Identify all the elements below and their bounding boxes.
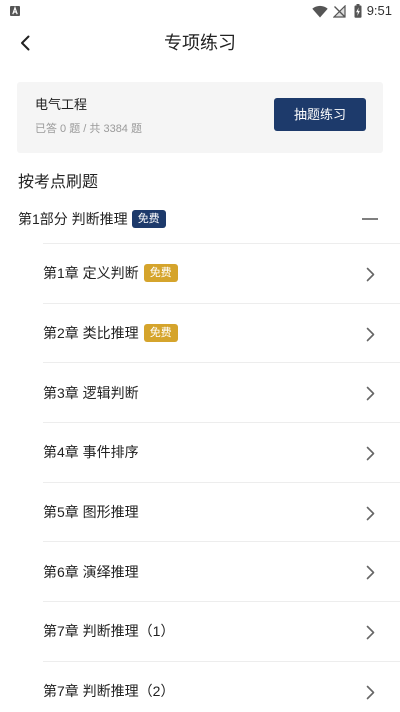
chapter-list: 第1章 定义判断 免费 第2章 类比推理 免费 第3章 逻辑判断 第4章 事件排… [43, 243, 400, 712]
free-badge: 免费 [131, 210, 166, 228]
back-arrow-icon [20, 35, 30, 51]
chapter-row[interactable]: 第2章 类比推理 免费 [43, 302, 400, 363]
chevron-right-icon [366, 625, 375, 640]
chapter-row[interactable]: 第6章 演绎推理 [43, 541, 400, 601]
subject-name: 电气工程 [35, 97, 88, 112]
chevron-right-icon [366, 327, 375, 342]
back-button[interactable] [11, 28, 39, 58]
status-bar: 9:51 [0, 0, 400, 24]
chapter-title: 第2章 类比推理 [43, 325, 139, 342]
collapse-minus-icon[interactable] [362, 218, 378, 220]
chapter-title: 第3章 逻辑判断 [43, 384, 139, 401]
chapter-title: 第6章 演绎推理 [43, 563, 139, 580]
chevron-right-icon [366, 506, 375, 521]
signal-no-service-icon [333, 5, 346, 18]
wifi-icon [312, 5, 328, 18]
app-notification-icon [10, 6, 20, 16]
free-badge: 免费 [143, 324, 178, 343]
chapter-title: 第1章 定义判断 [43, 265, 139, 282]
chevron-right-icon [366, 267, 375, 282]
chapter-title: 第7章 判断推理（1） [43, 623, 175, 640]
chapter-row[interactable]: 第4章 事件排序 [43, 422, 400, 482]
part-header[interactable]: 第1部分 判断推理 免费 [0, 205, 400, 233]
chapter-title: 第7章 判断推理（2） [43, 683, 175, 700]
chapter-title: 第5章 图形推理 [43, 504, 139, 521]
chapter-row[interactable]: 第7章 判断推理（2） [43, 660, 400, 712]
battery-charging-icon [354, 4, 362, 18]
subject-progress: 已答 0 题 / 共 3384 题 [35, 123, 142, 135]
chevron-right-icon [366, 565, 375, 580]
chapter-row[interactable]: 第7章 判断推理（1） [43, 601, 400, 661]
top-app-bar: 专项练习 [0, 24, 400, 62]
chevron-right-icon [366, 685, 375, 700]
chevron-right-icon [366, 386, 375, 401]
part-title: 第1部分 判断推理 [18, 211, 128, 227]
free-badge: 免费 [143, 264, 178, 283]
chapter-row[interactable]: 第3章 逻辑判断 [43, 362, 400, 422]
chapter-title: 第4章 事件排序 [43, 444, 139, 461]
page-title: 专项练习 [164, 33, 236, 53]
chapter-row[interactable]: 第1章 定义判断 免费 [43, 243, 400, 303]
status-time: 9:51 [366, 3, 392, 18]
section-title: 按考点刷题 [18, 174, 99, 191]
chevron-right-icon [366, 446, 375, 461]
subject-card: 电气工程 已答 0 题 / 共 3384 题 抽题练习 [17, 82, 383, 153]
random-practice-button[interactable]: 抽题练习 [274, 98, 366, 131]
chapter-row[interactable]: 第5章 图形推理 [43, 481, 400, 542]
